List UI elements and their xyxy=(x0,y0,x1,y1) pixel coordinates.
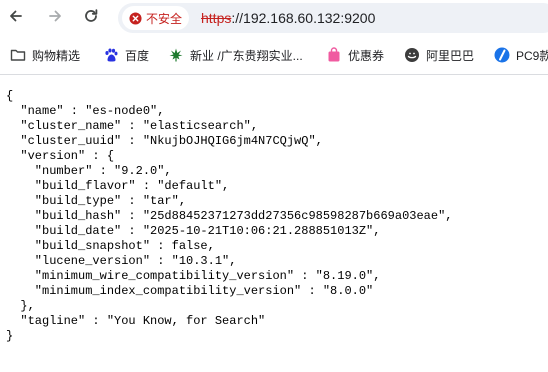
json-line: "cluster_uuid" : "NkujbOJHQIG6jm4N7CQjwQ… xyxy=(6,134,323,148)
bookmark-label: PC9款 xyxy=(516,48,548,63)
bookmark-label: 百度 xyxy=(125,48,150,63)
folder-icon xyxy=(10,47,26,63)
url-text[interactable]: https://192.168.60.132:9200 xyxy=(201,10,375,26)
json-line: "number" : "9.2.0", xyxy=(6,164,172,178)
bookmark-label: 阿里巴巴 xyxy=(426,48,475,63)
json-line: "minimum_wire_compatibility_version" : "… xyxy=(6,269,381,283)
json-line: "cluster_name" : "elasticsearch", xyxy=(6,119,259,133)
baidu-paw-icon xyxy=(103,47,119,63)
bookmark-coupon[interactable]: 优惠券 xyxy=(326,45,384,65)
bookmark-baidu[interactable]: 百度 xyxy=(103,45,149,65)
toolbar-divider xyxy=(0,74,548,75)
bookmark-xinye[interactable]: 新业 /广东贵翔实业... xyxy=(168,45,303,65)
json-line: "version" : { xyxy=(6,149,115,163)
address-bar[interactable]: 不安全 https://192.168.60.132:9200 xyxy=(118,3,548,33)
json-line: "lucene_version" : "10.3.1", xyxy=(6,254,237,268)
forward-button[interactable] xyxy=(43,6,67,30)
bookmark-pc9[interactable]: PC9款 xyxy=(494,45,548,65)
json-line: "name" : "es-node0", xyxy=(6,104,165,118)
json-line: "build_date" : "2025-10-21T10:06:21.2888… xyxy=(6,224,381,238)
json-line: } xyxy=(6,329,14,343)
bookmark-shopping[interactable]: 购物精选 xyxy=(10,45,80,65)
json-line: "tagline" : "You Know, for Search" xyxy=(6,314,266,328)
warning-circle-icon xyxy=(128,11,142,25)
cannabis-leaf-icon xyxy=(168,47,184,63)
arrow-left-icon xyxy=(8,8,24,29)
json-line: "build_hash" : "25d88452371273dd27356c98… xyxy=(6,209,453,223)
json-line: }, xyxy=(6,299,35,313)
bookmark-label: 购物精选 xyxy=(32,48,81,63)
bookmark-label: 新业 /广东贵翔实业... xyxy=(190,48,303,63)
pc-logo-icon xyxy=(494,47,510,63)
json-line: "build_snapshot" : false, xyxy=(6,239,215,253)
security-chip[interactable]: 不安全 xyxy=(122,6,190,30)
json-response: { "name" : "es-node0", "cluster_name" : … xyxy=(6,89,452,344)
url-host: ://192.168.60.132:9200 xyxy=(231,10,376,26)
back-button[interactable] xyxy=(4,6,28,30)
security-label: 不安全 xyxy=(146,11,183,26)
browser-toolbar: 不安全 https://192.168.60.132:9200 xyxy=(0,0,548,36)
bookmark-alibaba[interactable]: 阿里巴巴 xyxy=(404,45,474,65)
json-line: { xyxy=(6,89,14,103)
json-line: "build_type" : "tar", xyxy=(6,194,187,208)
reload-icon xyxy=(83,8,99,29)
bookmarks-bar: 购物精选 百度 新业 /广东贵翔实业... 优惠券 阿里巴巴 PC9款 xyxy=(0,40,548,70)
json-line: "build_flavor" : "default", xyxy=(6,179,230,193)
shopping-bag-icon xyxy=(326,47,342,63)
url-scheme: https xyxy=(201,10,232,26)
json-line: "minimum_index_compatibility_version" : … xyxy=(6,284,374,298)
arrow-right-icon xyxy=(47,8,63,29)
bookmark-label: 优惠券 xyxy=(348,48,385,63)
reload-button[interactable] xyxy=(79,6,103,30)
aliexpress-icon xyxy=(404,47,420,63)
